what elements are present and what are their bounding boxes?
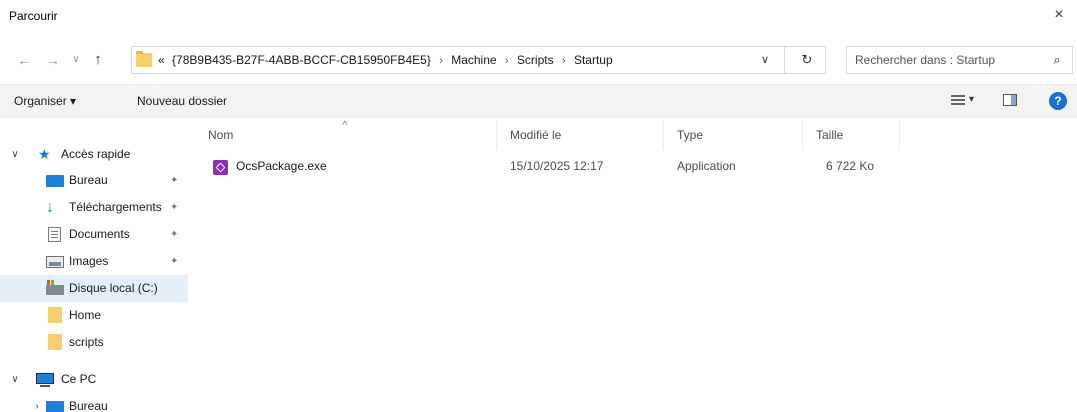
sort-ascending-icon: ^ (342, 120, 348, 131)
breadcrumb-item-scripts[interactable]: Scripts (517, 53, 554, 67)
folder-icon (48, 334, 62, 350)
sidebar-item-desktop[interactable]: Bureau ✦ (0, 167, 188, 194)
pin-icon[interactable]: ✦ (170, 167, 178, 194)
sidebar-item-downloads[interactable]: ↓ Téléchargements ✦ (0, 194, 188, 221)
application-icon (213, 160, 228, 175)
sidebar-item-label: Disque local (C:) (69, 281, 158, 295)
documents-icon (48, 227, 61, 242)
breadcrumb-item-machine[interactable]: Machine (451, 53, 496, 67)
sidebar-item-quick-access[interactable]: ∨ ★ Accès rapide (0, 141, 188, 168)
column-header-label: Type (677, 128, 704, 142)
sidebar-item-label: Accès rapide (61, 147, 131, 161)
file-size: 6 722 Ko (826, 159, 875, 173)
download-icon: ↓ (46, 199, 54, 216)
sidebar-item-label: Téléchargements (69, 200, 162, 214)
chevron-right-icon[interactable]: › (30, 393, 44, 412)
sidebar-item-documents[interactable]: Documents ✦ (0, 221, 188, 248)
drive-icon (46, 280, 64, 295)
preview-pane-icon[interactable] (1003, 94, 1017, 106)
column-header-label: Modifié le (510, 128, 562, 142)
file-type: Application (677, 159, 736, 173)
desktop-icon (46, 175, 64, 187)
new-folder-button[interactable]: Nouveau dossier (137, 94, 227, 108)
refresh-icon[interactable]: ↻ (797, 50, 817, 70)
star-icon: ★ (38, 146, 51, 162)
chevron-down-icon[interactable]: ∨ (8, 141, 22, 168)
column-header-size[interactable]: Taille (808, 120, 900, 150)
pin-icon[interactable]: ✦ (170, 221, 178, 248)
back-arrow-icon[interactable]: ← (14, 50, 34, 70)
breadcrumb-item-guid[interactable]: {78B9B435-B27F-4ABB-BCCF-CB15950FB4E5} (172, 53, 431, 67)
file-modified: 15/10/2025 12:17 (510, 159, 604, 173)
sidebar-item-label: scripts (69, 335, 104, 349)
command-toolbar: Organiser ▾ Nouveau dossier ▾ ? (0, 84, 1077, 118)
folder-icon (136, 51, 152, 67)
recent-locations-icon[interactable]: ∨ (66, 50, 86, 70)
sidebar-item-images[interactable]: Images ✦ (0, 248, 188, 275)
sidebar-item-local-disk[interactable]: Disque local (C:) (0, 275, 188, 302)
pc-icon (36, 373, 54, 387)
table-row[interactable]: OcsPackage.exe 15/10/2025 12:17 Applicat… (200, 155, 900, 179)
column-header-name[interactable]: ^ Nom (200, 120, 497, 150)
sidebar-item-label: Documents (69, 227, 130, 241)
sidebar-item-scripts[interactable]: scripts (0, 329, 188, 356)
breadcrumb-separator-icon[interactable]: › (505, 55, 509, 67)
sidebar-item-label: Images (69, 254, 109, 268)
sidebar-item-desktop-pc[interactable]: › Bureau (0, 393, 188, 412)
folder-icon (48, 307, 62, 323)
address-bar[interactable]: « {78B9B435-B27F-4ABB-BCCF-CB15950FB4E5}… (131, 46, 826, 74)
sidebar-item-home[interactable]: Home (0, 302, 188, 329)
breadcrumb-separator-icon[interactable]: › (439, 55, 443, 67)
search-box[interactable]: ⌕ (846, 46, 1073, 74)
navigation-pane: ∨ ★ Accès rapide Bureau ✦ ↓ Téléchargeme… (0, 120, 198, 412)
breadcrumb-item-startup[interactable]: Startup (574, 53, 613, 67)
chevron-down-icon[interactable]: ∨ (8, 366, 22, 393)
search-input[interactable] (855, 52, 1035, 68)
sidebar-item-label: Bureau (69, 399, 108, 412)
breadcrumb-overflow[interactable]: « (158, 53, 165, 67)
close-icon[interactable]: × (1049, 5, 1069, 25)
address-divider (784, 47, 785, 73)
desktop-icon (46, 401, 64, 412)
view-options-dropdown-icon[interactable]: ▾ (969, 94, 974, 105)
search-icon[interactable]: ⌕ (1048, 51, 1066, 69)
file-list: ^ Nom Modifié le Type Taille OcsPackage.… (200, 120, 1077, 412)
pin-icon[interactable]: ✦ (170, 248, 178, 275)
file-name: OcsPackage.exe (236, 159, 327, 173)
forward-arrow-icon[interactable]: → (43, 50, 63, 70)
pin-icon[interactable]: ✦ (170, 194, 178, 221)
window-title: Parcourir (9, 9, 58, 23)
sidebar-item-label: Bureau (69, 173, 108, 187)
sidebar-item-label: Ce PC (61, 372, 97, 386)
breadcrumb-separator-icon[interactable]: › (562, 55, 566, 67)
column-header-label: Taille (816, 128, 844, 142)
breadcrumb: « {78B9B435-B27F-4ABB-BCCF-CB15950FB4E5}… (158, 53, 613, 67)
title-bar: Parcourir × (0, 0, 1077, 32)
help-icon[interactable]: ? (1049, 92, 1067, 110)
change-view-icon[interactable] (951, 94, 965, 107)
organize-button[interactable]: Organiser ▾ (14, 94, 76, 108)
sidebar-item-label: Home (69, 308, 102, 322)
column-header-modified[interactable]: Modifié le (502, 120, 664, 150)
images-icon (46, 256, 64, 268)
column-header-type[interactable]: Type (669, 120, 803, 150)
navigation-bar: ← → ∨ ↑ « {78B9B435-B27F-4ABB-BCCF-CB159… (0, 42, 1077, 78)
sidebar-item-this-pc[interactable]: ∨ Ce PC (0, 366, 188, 393)
up-arrow-icon[interactable]: ↑ (88, 50, 108, 70)
address-dropdown-icon[interactable]: ∨ (755, 50, 775, 70)
